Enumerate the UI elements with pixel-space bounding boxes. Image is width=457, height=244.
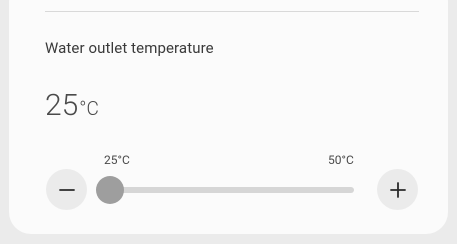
decrease-button[interactable] bbox=[46, 169, 87, 210]
plus-icon bbox=[389, 181, 406, 198]
divider bbox=[45, 11, 419, 12]
temperature-slider-thumb[interactable] bbox=[96, 176, 124, 204]
minus-icon bbox=[58, 188, 75, 191]
range-min-label: 25°C bbox=[104, 153, 130, 167]
increase-button[interactable] bbox=[377, 169, 418, 210]
range-max-label: 50°C bbox=[328, 153, 354, 167]
temperature-unit: °C bbox=[79, 97, 99, 120]
setting-label: Water outlet temperature bbox=[45, 39, 214, 57]
temperature-display: 25°C bbox=[45, 88, 99, 124]
temperature-value: 25 bbox=[45, 88, 79, 123]
temperature-slider-track[interactable] bbox=[104, 187, 354, 193]
